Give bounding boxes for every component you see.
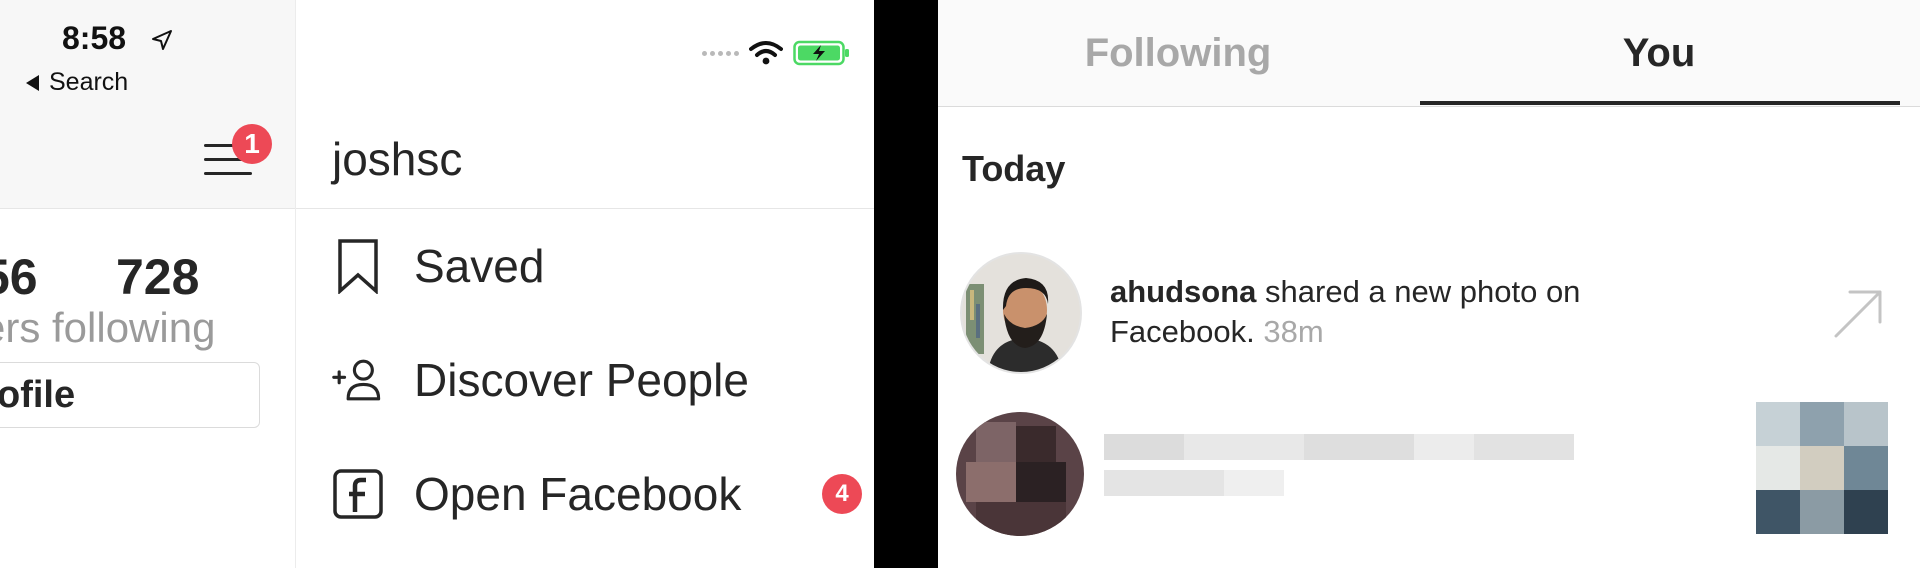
menu-notification-badge: 1	[232, 124, 272, 164]
blurred-thumbnail	[1756, 402, 1888, 534]
menu-item-saved[interactable]: Saved	[332, 238, 862, 294]
menu-item-label: Saved	[414, 240, 545, 292]
followers-count[interactable]: 56	[0, 248, 38, 306]
back-label: Search	[49, 68, 129, 96]
profile-page-partial: 8:58 Search 1 56 728 ers following ofile	[0, 0, 295, 568]
drawer-username: joshsc	[332, 133, 463, 185]
active-tab-indicator	[1420, 101, 1900, 105]
tab-following[interactable]: Following	[938, 0, 1418, 106]
battery-charging-icon	[793, 40, 849, 66]
profile-header: 8:58 Search 1	[0, 0, 295, 209]
bookmark-icon	[332, 238, 384, 294]
following-count[interactable]: 728	[116, 248, 199, 306]
menu-item-label: Discover People	[414, 354, 749, 406]
facebook-icon	[332, 466, 384, 522]
notification-text[interactable]: ahudsona shared a new photo on Facebook.…	[1110, 272, 1710, 352]
avatar[interactable]	[960, 252, 1082, 374]
share-arrow-icon[interactable]	[1830, 284, 1888, 342]
section-heading-today: Today	[962, 148, 1066, 189]
status-indicators	[702, 40, 851, 66]
back-caret-icon	[26, 74, 39, 91]
tab-you[interactable]: You	[1418, 0, 1900, 106]
menu-item-discover-people[interactable]: Discover People	[332, 352, 862, 408]
cellular-signal-icon	[702, 50, 739, 56]
side-menu-drawer: joshsc Saved Discover People Open Facebo…	[295, 0, 874, 568]
blurred-notification-text	[1104, 434, 1574, 510]
edit-profile-button[interactable]: ofile	[0, 362, 260, 428]
blurred-avatar	[956, 412, 1084, 536]
back-to-search-link[interactable]: Search	[26, 68, 128, 97]
menu-item-label: Open Facebook	[414, 468, 742, 520]
notification-time: 38m	[1263, 314, 1324, 349]
status-time: 8:58	[62, 20, 127, 56]
right-screenshot: Following You Today ahudsona shared a ne…	[938, 0, 1920, 568]
menu-item-open-facebook[interactable]: Open Facebook 4	[332, 466, 862, 522]
add-person-icon	[332, 352, 384, 408]
location-arrow-icon	[152, 30, 172, 50]
drawer-divider	[296, 208, 874, 209]
image-separator	[874, 0, 938, 568]
left-screenshot: 8:58 Search 1 56 728 ers following ofile	[0, 0, 874, 568]
facebook-notification-badge: 4	[822, 474, 862, 514]
wifi-icon	[749, 41, 783, 65]
profile-stat-labels: ers following	[0, 304, 216, 351]
activity-tabs: Following You	[938, 0, 1920, 107]
notification-username[interactable]: ahudsona	[1110, 274, 1256, 309]
